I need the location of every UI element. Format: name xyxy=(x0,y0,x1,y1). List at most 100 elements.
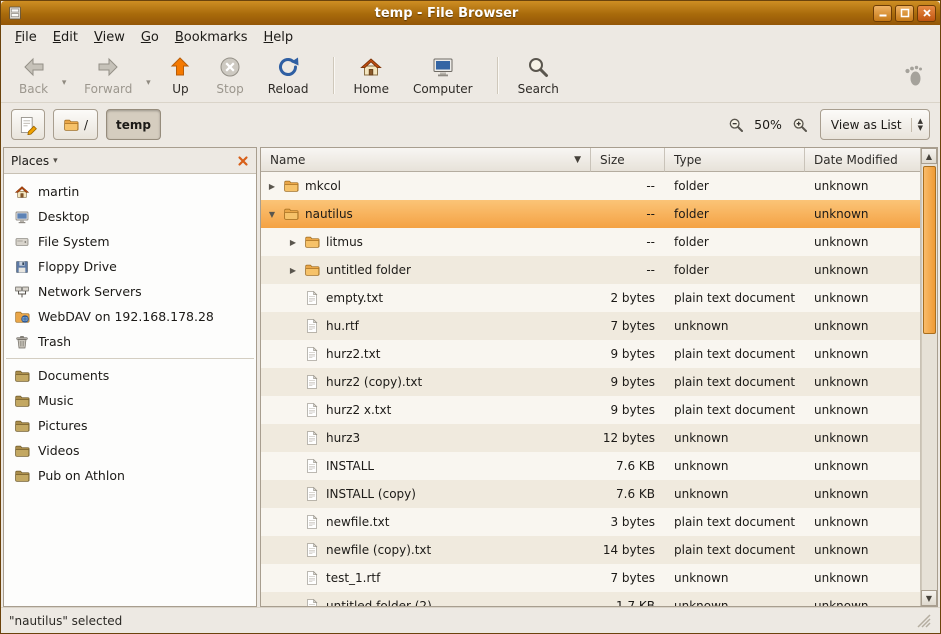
menu-bookmarks[interactable]: Bookmarks xyxy=(167,27,256,48)
sidebar-item-desktop[interactable]: Desktop xyxy=(4,204,256,229)
zoom-out-icon[interactable] xyxy=(728,117,744,133)
expander-expanded-icon[interactable]: ▼ xyxy=(265,210,279,219)
text-file-icon xyxy=(304,430,320,446)
sidebar-item-pictures[interactable]: Pictures xyxy=(4,413,256,438)
toolbar-back-button[interactable]: Back xyxy=(9,52,58,99)
path-root-label: / xyxy=(84,118,88,132)
titlebar[interactable]: temp - File Browser xyxy=(1,1,940,25)
zoom-in-icon[interactable] xyxy=(792,117,808,133)
file-row[interactable]: ▼nautilus--folderunknown xyxy=(261,200,920,228)
chevron-down-icon[interactable]: ▾ xyxy=(142,64,154,88)
sidebar-item-documents[interactable]: Documents xyxy=(4,363,256,388)
expander-collapsed-icon[interactable]: ▶ xyxy=(265,182,279,191)
resize-grip[interactable] xyxy=(917,614,931,628)
chevron-down-icon[interactable]: ▾ xyxy=(58,64,70,88)
sidebar-item-floppy-drive[interactable]: Floppy Drive xyxy=(4,254,256,279)
file-row[interactable]: empty.txt2 bytesplain text documentunkno… xyxy=(261,284,920,312)
cell-size: 1.7 KB xyxy=(591,592,665,606)
scrollbar-thumb[interactable] xyxy=(923,166,936,334)
path-button-root[interactable]: / xyxy=(53,109,98,140)
menu-file[interactable]: File xyxy=(7,27,45,48)
file-row[interactable]: INSTALL (copy)7.6 KBunknownunknown xyxy=(261,480,920,508)
file-row[interactable]: newfile.txt3 bytesplain text documentunk… xyxy=(261,508,920,536)
sidebar-item-videos[interactable]: Videos xyxy=(4,438,256,463)
column-header-type[interactable]: Type xyxy=(665,148,805,172)
file-row[interactable]: INSTALL7.6 KBunknownunknown xyxy=(261,452,920,480)
file-row[interactable]: hurz2.txt9 bytesplain text documentunkno… xyxy=(261,340,920,368)
column-header-name[interactable]: Name▼ xyxy=(261,148,591,172)
sidebar-item-webdav-on-192-168-178-28[interactable]: WebDAV on 192.168.178.28 xyxy=(4,304,256,329)
file-row[interactable]: ▶mkcol--folderunknown xyxy=(261,172,920,200)
toolbar-stop-button[interactable]: Stop xyxy=(206,52,253,99)
cell-size: -- xyxy=(591,172,665,200)
file-row[interactable]: ▶litmus--folderunknown xyxy=(261,228,920,256)
file-name: hurz3 xyxy=(324,431,360,445)
toolbar-button-label: Stop xyxy=(216,82,243,96)
spinner-arrows-icon[interactable]: ▲▼ xyxy=(911,118,923,132)
menu-view[interactable]: View xyxy=(86,27,133,48)
file-row[interactable]: ▶untitled folder--folderunknown xyxy=(261,256,920,284)
file-row[interactable]: hurz312 bytesunknownunknown xyxy=(261,424,920,452)
scroll-down-button[interactable]: ▼ xyxy=(921,590,937,606)
sidebar-item-label: Network Servers xyxy=(38,284,142,299)
sidebar-item-label: Music xyxy=(38,393,74,408)
file-name: test_1.rtf xyxy=(324,571,380,585)
expander-collapsed-icon[interactable]: ▶ xyxy=(286,266,300,275)
toggle-location-entry-button[interactable] xyxy=(11,109,45,140)
toolbar-button-label: Forward xyxy=(84,82,132,96)
menu-go[interactable]: Go xyxy=(133,27,167,48)
cell-type: unknown xyxy=(665,452,805,480)
statusbar: "nautilus" selected xyxy=(1,607,940,633)
sidebar-item-file-system[interactable]: File System xyxy=(4,229,256,254)
file-row[interactable]: untitled folder (2)1.7 KBunknownunknown xyxy=(261,592,920,606)
toolbar-search-button[interactable]: Search xyxy=(508,52,569,99)
sidebar-item-label: Documents xyxy=(38,368,109,383)
toolbar-reload-button[interactable]: Reload xyxy=(258,52,319,99)
toolbar-forward-button[interactable]: Forward xyxy=(74,52,142,99)
computer-icon xyxy=(431,55,455,79)
file-row[interactable]: hurz2 x.txt9 bytesplain text documentunk… xyxy=(261,396,920,424)
expander-collapsed-icon[interactable]: ▶ xyxy=(286,238,300,247)
file-row[interactable]: hurz2 (copy).txt9 bytesplain text docume… xyxy=(261,368,920,396)
home-icon xyxy=(359,55,383,79)
cell-name: newfile (copy).txt xyxy=(261,536,591,564)
close-button[interactable] xyxy=(917,5,936,22)
column-label: Size xyxy=(600,153,625,167)
vertical-scrollbar[interactable]: ▲ ▼ xyxy=(920,148,937,606)
file-name: INSTALL (copy) xyxy=(324,487,416,501)
maximize-button[interactable] xyxy=(895,5,914,22)
sidebar-item-network-servers[interactable]: Network Servers xyxy=(4,279,256,304)
close-sidebar-icon[interactable] xyxy=(237,155,249,167)
toolbar-up-button[interactable]: Up xyxy=(158,52,202,99)
main-area: Places ▾ martinDesktopFile SystemFloppy … xyxy=(1,146,940,607)
zoom-level: 50% xyxy=(752,117,784,132)
menu-edit[interactable]: Edit xyxy=(45,27,86,48)
places-dropdown-icon[interactable]: ▾ xyxy=(53,156,58,166)
cell-name: hurz2.txt xyxy=(261,340,591,368)
places-title[interactable]: Places xyxy=(11,154,49,168)
cell-date: unknown xyxy=(805,228,920,256)
toolbar-computer-button[interactable]: Computer xyxy=(403,52,483,99)
column-header-size[interactable]: Size xyxy=(591,148,665,172)
folder-icon xyxy=(304,234,320,250)
minimize-button[interactable] xyxy=(873,5,892,22)
cell-date: unknown xyxy=(805,172,920,200)
file-row[interactable]: newfile (copy).txt14 bytesplain text doc… xyxy=(261,536,920,564)
gnome-foot-logo-icon xyxy=(902,64,926,88)
column-header-date-modified[interactable]: Date Modified xyxy=(805,148,920,172)
sidebar-item-pub-on-athlon[interactable]: Pub on Athlon xyxy=(4,463,256,488)
toolbar-home-button[interactable]: Home xyxy=(344,52,399,99)
cell-date: unknown xyxy=(805,200,920,228)
menu-help[interactable]: Help xyxy=(256,27,302,48)
cell-size: 7.6 KB xyxy=(591,452,665,480)
sidebar-item-martin[interactable]: martin xyxy=(4,179,256,204)
scroll-up-button[interactable]: ▲ xyxy=(921,148,937,164)
sidebar-item-trash[interactable]: Trash xyxy=(4,329,256,354)
scrollbar-trough[interactable] xyxy=(921,164,937,590)
sidebar-item-music[interactable]: Music xyxy=(4,388,256,413)
cell-date: unknown xyxy=(805,424,920,452)
file-row[interactable]: test_1.rtf7 bytesunknownunknown xyxy=(261,564,920,592)
view-mode-select[interactable]: View as List ▲▼ xyxy=(820,109,930,140)
path-button-current[interactable]: temp xyxy=(106,109,161,140)
file-row[interactable]: hu.rtf7 bytesunknownunknown xyxy=(261,312,920,340)
